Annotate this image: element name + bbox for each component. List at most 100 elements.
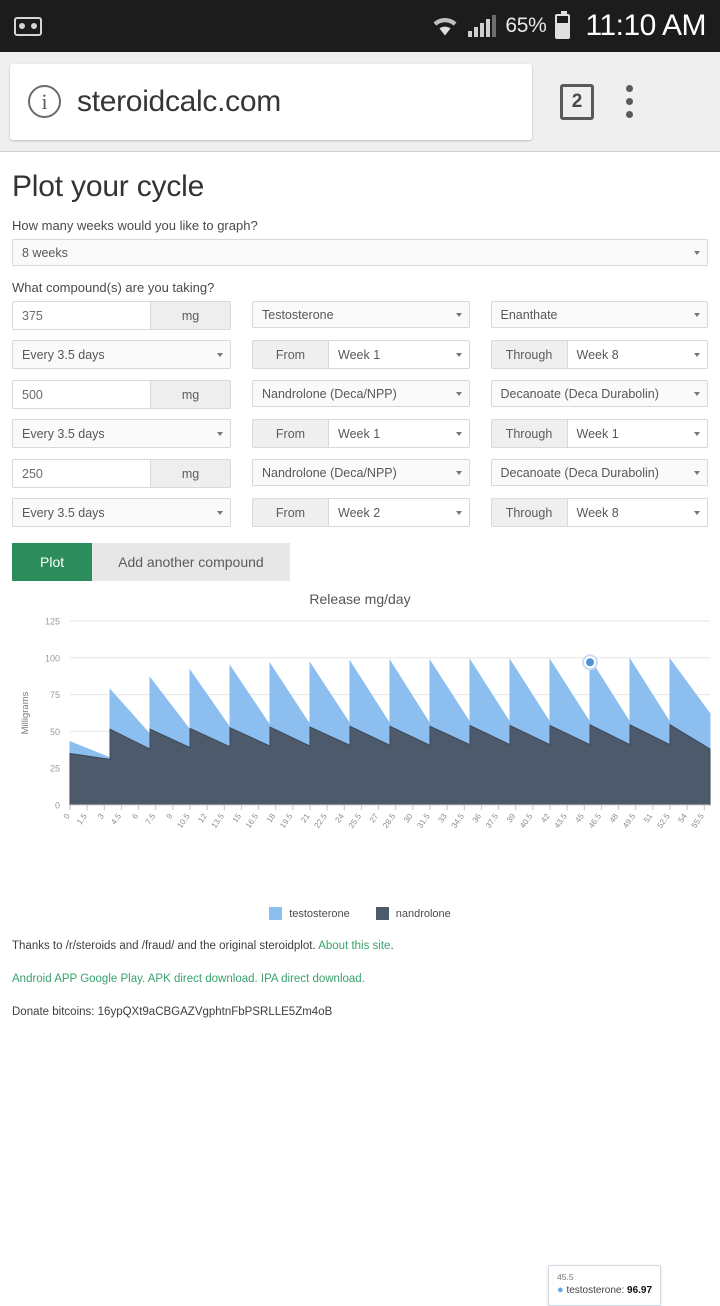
legend-item-testosterone[interactable]: testosterone bbox=[269, 907, 350, 920]
compound-select-1[interactable]: Testosterone bbox=[252, 301, 470, 328]
svg-text:54: 54 bbox=[676, 812, 689, 825]
form-actions: Plot Add another compound bbox=[12, 543, 708, 581]
from-group-2: From Week 1 bbox=[252, 419, 470, 448]
footer-bitcoin-line: Donate bitcoins: 16ypQXt9aCBGAZVgphtnFbP… bbox=[12, 1006, 333, 1019]
url-text: steroidcalc.com bbox=[77, 84, 281, 118]
dose-input-2[interactable]: 500 bbox=[12, 380, 151, 409]
chart-legend: testosterone nandrolone bbox=[12, 907, 708, 920]
svg-text:12: 12 bbox=[196, 812, 209, 825]
svg-text:52.5: 52.5 bbox=[655, 812, 672, 830]
compound-select-2[interactable]: Nandrolone (Deca/NPP) bbox=[252, 380, 470, 407]
dose-input-1[interactable]: 375 bbox=[12, 301, 151, 330]
ester-select-1[interactable]: Enanthate bbox=[490, 301, 708, 328]
footer-thanks-text: Thanks to /r/steroids and /fraud/ and th… bbox=[12, 940, 319, 952]
android-status-bar: 65% 11:10 AM bbox=[0, 0, 720, 52]
svg-text:0: 0 bbox=[55, 801, 60, 811]
through-label-1: Through bbox=[490, 340, 567, 369]
svg-text:10.5: 10.5 bbox=[175, 812, 192, 830]
footer-line-1: Thanks to /r/steroids and /fraud/ and th… bbox=[12, 938, 708, 954]
weeks-select[interactable]: 8 weeks bbox=[12, 239, 708, 266]
through-week-select-3[interactable]: Week 8 bbox=[566, 498, 708, 527]
svg-text:25: 25 bbox=[50, 764, 60, 774]
from-group-3: From Week 2 bbox=[252, 498, 470, 527]
battery-percent-label: 65% bbox=[505, 14, 547, 37]
svg-text:9: 9 bbox=[165, 812, 175, 821]
overflow-menu-icon[interactable] bbox=[624, 85, 634, 118]
from-group-1: From Week 1 bbox=[252, 340, 470, 369]
from-label-1: From bbox=[252, 340, 328, 369]
svg-text:13.5: 13.5 bbox=[210, 812, 227, 830]
svg-text:18: 18 bbox=[265, 812, 278, 825]
svg-text:39: 39 bbox=[505, 812, 518, 825]
ester-select-2[interactable]: Decanoate (Deca Durabolin) bbox=[490, 380, 708, 407]
compound-select-3[interactable]: Nandrolone (Deca/NPP) bbox=[252, 459, 470, 486]
svg-text:55.5: 55.5 bbox=[690, 812, 707, 830]
compound-question-label: What compound(s) are you taking? bbox=[12, 280, 215, 295]
compound-row-1: 375 mg Every 3.5 days Testosterone From … bbox=[12, 301, 708, 369]
download-links[interactable]: Android APP Google Play. APK direct down… bbox=[12, 973, 365, 985]
from-week-select-1[interactable]: Week 1 bbox=[328, 340, 470, 369]
svg-text:15: 15 bbox=[231, 812, 244, 825]
tooltip-series-label: testosterone: bbox=[566, 1285, 625, 1297]
ester-select-3[interactable]: Decanoate (Deca Durabolin) bbox=[490, 459, 708, 486]
from-week-select-3[interactable]: Week 2 bbox=[328, 498, 470, 527]
status-clock: 11:10 AM bbox=[585, 9, 706, 42]
through-group-1: Through Week 8 bbox=[490, 340, 708, 369]
svg-text:21: 21 bbox=[299, 812, 312, 825]
through-week-select-1[interactable]: Week 8 bbox=[566, 340, 708, 369]
add-compound-button[interactable]: Add another compound bbox=[92, 543, 290, 581]
svg-text:45: 45 bbox=[573, 812, 586, 825]
status-left-icons bbox=[14, 16, 42, 36]
weeks-question-label: How many weeks would you like to graph? bbox=[12, 218, 258, 233]
plot-button[interactable]: Plot bbox=[12, 543, 93, 581]
tooltip-x-value: 45.5 bbox=[557, 1272, 574, 1282]
legend-swatch-nandrolone bbox=[375, 907, 389, 920]
svg-text:27: 27 bbox=[368, 812, 381, 825]
footer-downloads-line[interactable]: Android APP Google Play. APK direct down… bbox=[12, 971, 708, 987]
svg-text:125: 125 bbox=[45, 617, 60, 627]
svg-text:3: 3 bbox=[96, 812, 106, 821]
schedule-select-3[interactable]: Every 3.5 days bbox=[12, 498, 231, 527]
from-label-3: From bbox=[252, 498, 328, 527]
svg-text:75: 75 bbox=[50, 690, 60, 700]
svg-text:48: 48 bbox=[608, 812, 621, 825]
schedule-select-1[interactable]: Every 3.5 days bbox=[12, 340, 231, 369]
svg-text:50: 50 bbox=[50, 727, 60, 737]
legend-item-nandrolone[interactable]: nandrolone bbox=[375, 907, 451, 920]
svg-text:Milligrams: Milligrams bbox=[20, 691, 31, 734]
through-group-2: Through Week 1 bbox=[490, 419, 708, 448]
voicemail-icon bbox=[14, 16, 42, 36]
chart-tooltip: 45.5 ● testosterone: 96.97 bbox=[548, 1265, 662, 1306]
schedule-select-2[interactable]: Every 3.5 days bbox=[12, 419, 231, 448]
status-right-icons: 65% 11:10 AM bbox=[431, 9, 706, 43]
svg-text:34.5: 34.5 bbox=[450, 812, 467, 830]
browser-toolbar: i steroidcalc.com 2 bbox=[0, 52, 720, 152]
dose-unit-3: mg bbox=[151, 459, 231, 488]
svg-text:1.5: 1.5 bbox=[75, 812, 89, 827]
tooltip-series-value: 96.97 bbox=[627, 1285, 653, 1297]
from-week-select-2[interactable]: Week 1 bbox=[328, 419, 470, 448]
address-bar[interactable]: i steroidcalc.com bbox=[10, 63, 532, 140]
info-icon[interactable]: i bbox=[28, 85, 61, 118]
svg-text:30: 30 bbox=[402, 812, 415, 825]
svg-text:36: 36 bbox=[471, 812, 484, 825]
legend-label-nandrolone: nandrolone bbox=[395, 907, 451, 920]
svg-text:19.5: 19.5 bbox=[278, 812, 295, 830]
about-this-site-link[interactable]: About this site bbox=[318, 940, 390, 952]
dose-input-3[interactable]: 250 bbox=[12, 459, 151, 488]
dose-input-group-3: 250 mg bbox=[12, 459, 231, 488]
svg-text:22.5: 22.5 bbox=[312, 812, 329, 830]
svg-text:25.5: 25.5 bbox=[347, 812, 364, 830]
svg-text:4.5: 4.5 bbox=[109, 812, 123, 827]
weeks-row: 8 weeks bbox=[12, 239, 708, 266]
svg-text:33: 33 bbox=[436, 812, 449, 825]
svg-text:6: 6 bbox=[130, 812, 140, 821]
dose-input-group-2: 500 mg bbox=[12, 380, 231, 409]
through-week-select-2[interactable]: Week 1 bbox=[566, 419, 708, 448]
from-label-2: From bbox=[252, 419, 328, 448]
tab-switcher-button[interactable]: 2 bbox=[560, 83, 594, 120]
svg-text:49.5: 49.5 bbox=[621, 812, 638, 830]
svg-text:100: 100 bbox=[45, 653, 60, 663]
svg-text:7.5: 7.5 bbox=[144, 812, 158, 827]
page-title: Plot your cycle bbox=[12, 170, 205, 203]
